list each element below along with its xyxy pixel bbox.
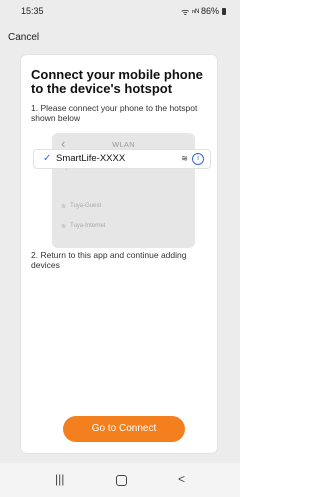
info-icon: i [192, 153, 204, 165]
home-button[interactable] [116, 475, 127, 486]
check-icon: ✓ [43, 153, 52, 164]
battery-icon [222, 7, 226, 15]
step-2-text: 2. Return to this app and continue addin… [31, 250, 187, 270]
system-navigation-bar: ||| < [0, 463, 240, 497]
selected-network-name: SmartLife-XXXX [56, 153, 126, 164]
network-name: Tuya-Internet [70, 223, 106, 229]
step-1-text: 1. Please connect your phone to the hots… [31, 103, 198, 123]
back-button[interactable]: < [178, 472, 185, 486]
network-row: ≋ Tuya-Internet [52, 219, 195, 235]
network-name: Tuya-Guest [70, 203, 102, 209]
go-to-connect-button[interactable]: Go to Connect [63, 416, 185, 442]
battery-level: 86% [200, 6, 219, 16]
wifi-icon: ≋ [61, 224, 67, 230]
selected-network-row: ✓ SmartLife-XXXX ≋ i [33, 149, 211, 169]
signal-icon: ᯤ ⁿᴺ [181, 6, 199, 17]
status-icons: ᯤ ⁿᴺ 86% [181, 5, 226, 18]
status-bar: 15:35 ᯤ ⁿᴺ 86% [0, 0, 240, 22]
wifi-icon: ≋ [61, 204, 67, 210]
recents-button[interactable]: ||| [55, 472, 64, 486]
cancel-button[interactable]: Cancel [8, 32, 39, 43]
status-time: 15:35 [21, 6, 44, 16]
wlan-title: WLAN [112, 140, 135, 149]
phone-screen: 15:35 ᯤ ⁿᴺ 86% Cancel Connect your mobil… [0, 0, 240, 497]
wifi-icon: ≋ [181, 154, 188, 163]
network-row: ≋ Tuya-Guest [52, 199, 195, 215]
hotspot-instructions-card: Connect your mobile phone to the device'… [21, 55, 217, 453]
page-title: Connect your mobile phone to the device'… [31, 67, 203, 96]
